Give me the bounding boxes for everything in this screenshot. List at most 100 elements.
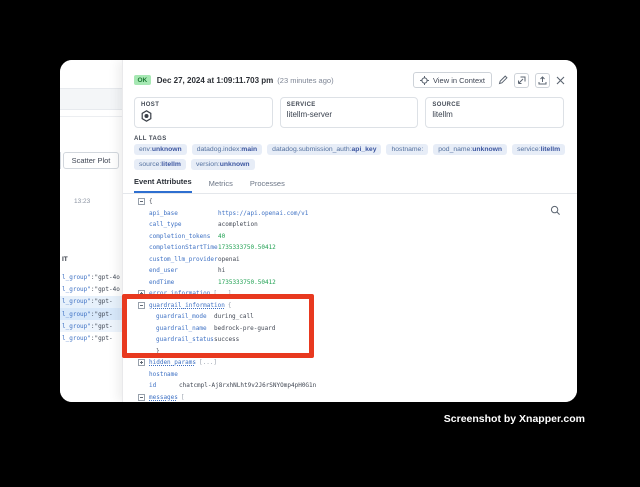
attribute-node-hidden_params[interactable]: hidden_params[...] bbox=[134, 357, 553, 369]
row-value-fragment: :"gpt- bbox=[91, 323, 113, 330]
attribute-value: acompletion bbox=[218, 221, 258, 228]
upload-icon bbox=[538, 76, 547, 85]
attribute-row-guardrail_name[interactable]: guardrail_namebedrock-pre-guard bbox=[134, 323, 553, 335]
tag-pill[interactable]: service:litellm bbox=[512, 144, 565, 155]
attribute-node-error_information[interactable]: error_information[...] bbox=[134, 288, 553, 300]
attribute-value: https://api.openai.com/v1 bbox=[218, 210, 308, 217]
attribute-value: bedrock-pre-guard bbox=[214, 325, 275, 332]
attribute-row-guardrail_mode[interactable]: guardrail_modeduring_call bbox=[134, 311, 553, 323]
json-root-row: { bbox=[134, 196, 553, 208]
card-label: HOST bbox=[141, 102, 266, 108]
collapse-toggle-icon[interactable] bbox=[138, 290, 145, 297]
attribute-row-custom_llm_provider[interactable]: custom_llm_provideropenai bbox=[134, 254, 553, 266]
list-item[interactable]: l_group":"gpt- bbox=[60, 308, 122, 320]
attribute-row-completionStartTime[interactable]: completionStartTime1735333750.50412 bbox=[134, 242, 553, 254]
tag-key: env: bbox=[139, 146, 152, 153]
node-suffix: { bbox=[228, 302, 232, 309]
collapse-toggle-icon[interactable] bbox=[138, 198, 145, 205]
attribute-key: endTime bbox=[149, 279, 218, 286]
list-item[interactable]: l_group":"gpt-4o bbox=[60, 271, 122, 283]
attribute-row-completion_tokens[interactable]: completion_tokens40 bbox=[134, 231, 553, 243]
card-host[interactable]: HOST bbox=[134, 97, 273, 128]
list-item[interactable]: l_group":"gpt- bbox=[60, 296, 122, 308]
tag-pill[interactable]: pod_name:unknown bbox=[433, 144, 507, 155]
export-button[interactable] bbox=[535, 73, 550, 88]
tag-pill[interactable]: source:litellm bbox=[134, 159, 186, 170]
header-actions: View in Context bbox=[413, 72, 565, 88]
all-tags-label: ALL TAGS bbox=[134, 136, 167, 142]
attribute-row-guardrail_status[interactable]: guardrail_statussuccess bbox=[134, 334, 553, 346]
tag-key: pod_name: bbox=[438, 146, 472, 153]
attribute-row-hostname[interactable]: hostname bbox=[134, 369, 553, 381]
list-item[interactable]: l_group":"gpt- bbox=[60, 320, 122, 332]
tag-key: hostname: bbox=[391, 146, 423, 153]
open-full-page-button[interactable] bbox=[514, 73, 529, 88]
attribute-row-api_base[interactable]: api_basehttps://api.openai.com/v1 bbox=[134, 208, 553, 220]
relative-time: (23 minutes ago) bbox=[277, 76, 333, 85]
list-item[interactable]: l_group":"gpt- bbox=[60, 332, 122, 344]
attribute-value: 1735333750.50412 bbox=[218, 279, 276, 286]
attribute-key: guardrail_mode bbox=[156, 313, 214, 320]
tab-processes[interactable]: Processes bbox=[250, 179, 285, 193]
attribute-key: guardrail_name bbox=[156, 325, 214, 332]
attribute-row-end_user[interactable]: end_userhi bbox=[134, 265, 553, 277]
tag-value: litellm bbox=[541, 146, 561, 153]
tag-pill[interactable]: hostname: bbox=[386, 144, 428, 155]
row-value-fragment: :"gpt-4o bbox=[91, 286, 120, 293]
expand-panel-icon bbox=[517, 76, 526, 85]
tag-pill[interactable]: datadog.index:main bbox=[192, 144, 262, 155]
background-page: Scatter Plot 13:23 IT l_group":"gpt-4ol_… bbox=[60, 60, 122, 402]
node-suffix: [ bbox=[181, 394, 185, 401]
node-suffix: [...] bbox=[199, 359, 217, 366]
attribute-row-call_type[interactable]: call_typeacompletion bbox=[134, 219, 553, 231]
list-item[interactable]: l_group":"gpt-4o bbox=[60, 283, 122, 295]
attribute-key: completionStartTime bbox=[149, 244, 218, 251]
edit-button[interactable] bbox=[498, 75, 508, 85]
tag-value: main bbox=[241, 146, 257, 153]
card-value: litellm bbox=[432, 110, 557, 119]
close-panel-button[interactable] bbox=[556, 76, 565, 85]
tag-pill[interactable]: datadog.submission_auth:api_key bbox=[267, 144, 381, 155]
close-brace: } bbox=[156, 348, 160, 355]
tab-metrics[interactable]: Metrics bbox=[209, 179, 233, 193]
search-attributes-button[interactable] bbox=[550, 205, 561, 216]
open-brace: { bbox=[149, 198, 153, 205]
tag-value: unknown bbox=[220, 161, 250, 168]
row-key-fragment: l_group" bbox=[62, 274, 91, 281]
attribute-key: completion_tokens bbox=[149, 233, 218, 240]
attribute-key: hidden_params bbox=[149, 359, 196, 366]
tabs-divider bbox=[123, 193, 577, 194]
row-key-fragment: l_group" bbox=[62, 335, 91, 342]
host-hexagon-icon bbox=[141, 110, 266, 122]
tag-key: source: bbox=[139, 161, 161, 168]
info-cards: HOST SERVICElitellm-serverSOURCElitellm bbox=[134, 97, 564, 128]
tag-pill[interactable]: version:unknown bbox=[191, 159, 255, 170]
close-icon bbox=[556, 76, 565, 85]
node-suffix: [...] bbox=[213, 290, 231, 297]
collapse-toggle-icon[interactable] bbox=[138, 359, 145, 366]
attribute-value: 1735333750.50412 bbox=[218, 244, 276, 251]
view-in-context-button[interactable]: View in Context bbox=[413, 72, 492, 88]
card-source[interactable]: SOURCElitellm bbox=[425, 97, 564, 128]
attribute-node-messages[interactable]: messages[ bbox=[134, 392, 553, 403]
attribute-node-guardrail_information[interactable]: guardrail_information{ bbox=[134, 300, 553, 312]
tab-event-attributes[interactable]: Event Attributes bbox=[134, 177, 192, 193]
attribute-row-endTime[interactable]: endTime1735333750.50412 bbox=[134, 277, 553, 289]
tag-pill[interactable]: env:unknown bbox=[134, 144, 187, 155]
row-key-fragment: l_group" bbox=[62, 311, 91, 318]
background-divider bbox=[60, 116, 122, 117]
attribute-value: chatcmpl-Aj8rxhNLht9v2J6rSNYOmp4pH0G1n bbox=[179, 382, 316, 389]
attribute-row-id[interactable]: idchatcmpl-Aj8rxhNLht9v2J6rSNYOmp4pH0G1n bbox=[134, 380, 553, 392]
scatter-plot-button[interactable]: Scatter Plot bbox=[63, 152, 119, 169]
tag-key: datadog.index: bbox=[197, 146, 242, 153]
row-key-fragment: l_group" bbox=[62, 298, 91, 305]
event-attributes-tree: { api_basehttps://api.openai.com/v1call_t… bbox=[134, 196, 553, 402]
collapse-toggle-icon[interactable] bbox=[138, 394, 145, 401]
collapse-toggle-icon[interactable] bbox=[138, 302, 145, 309]
card-value bbox=[141, 110, 266, 122]
attribute-key: guardrail_status bbox=[156, 336, 214, 343]
tag-value: litellm bbox=[161, 161, 181, 168]
tag-key: service: bbox=[517, 146, 540, 153]
panel-header: OK Dec 27, 2024 at 1:09:11.703 pm (23 mi… bbox=[134, 71, 565, 89]
card-service[interactable]: SERVICElitellm-server bbox=[280, 97, 419, 128]
